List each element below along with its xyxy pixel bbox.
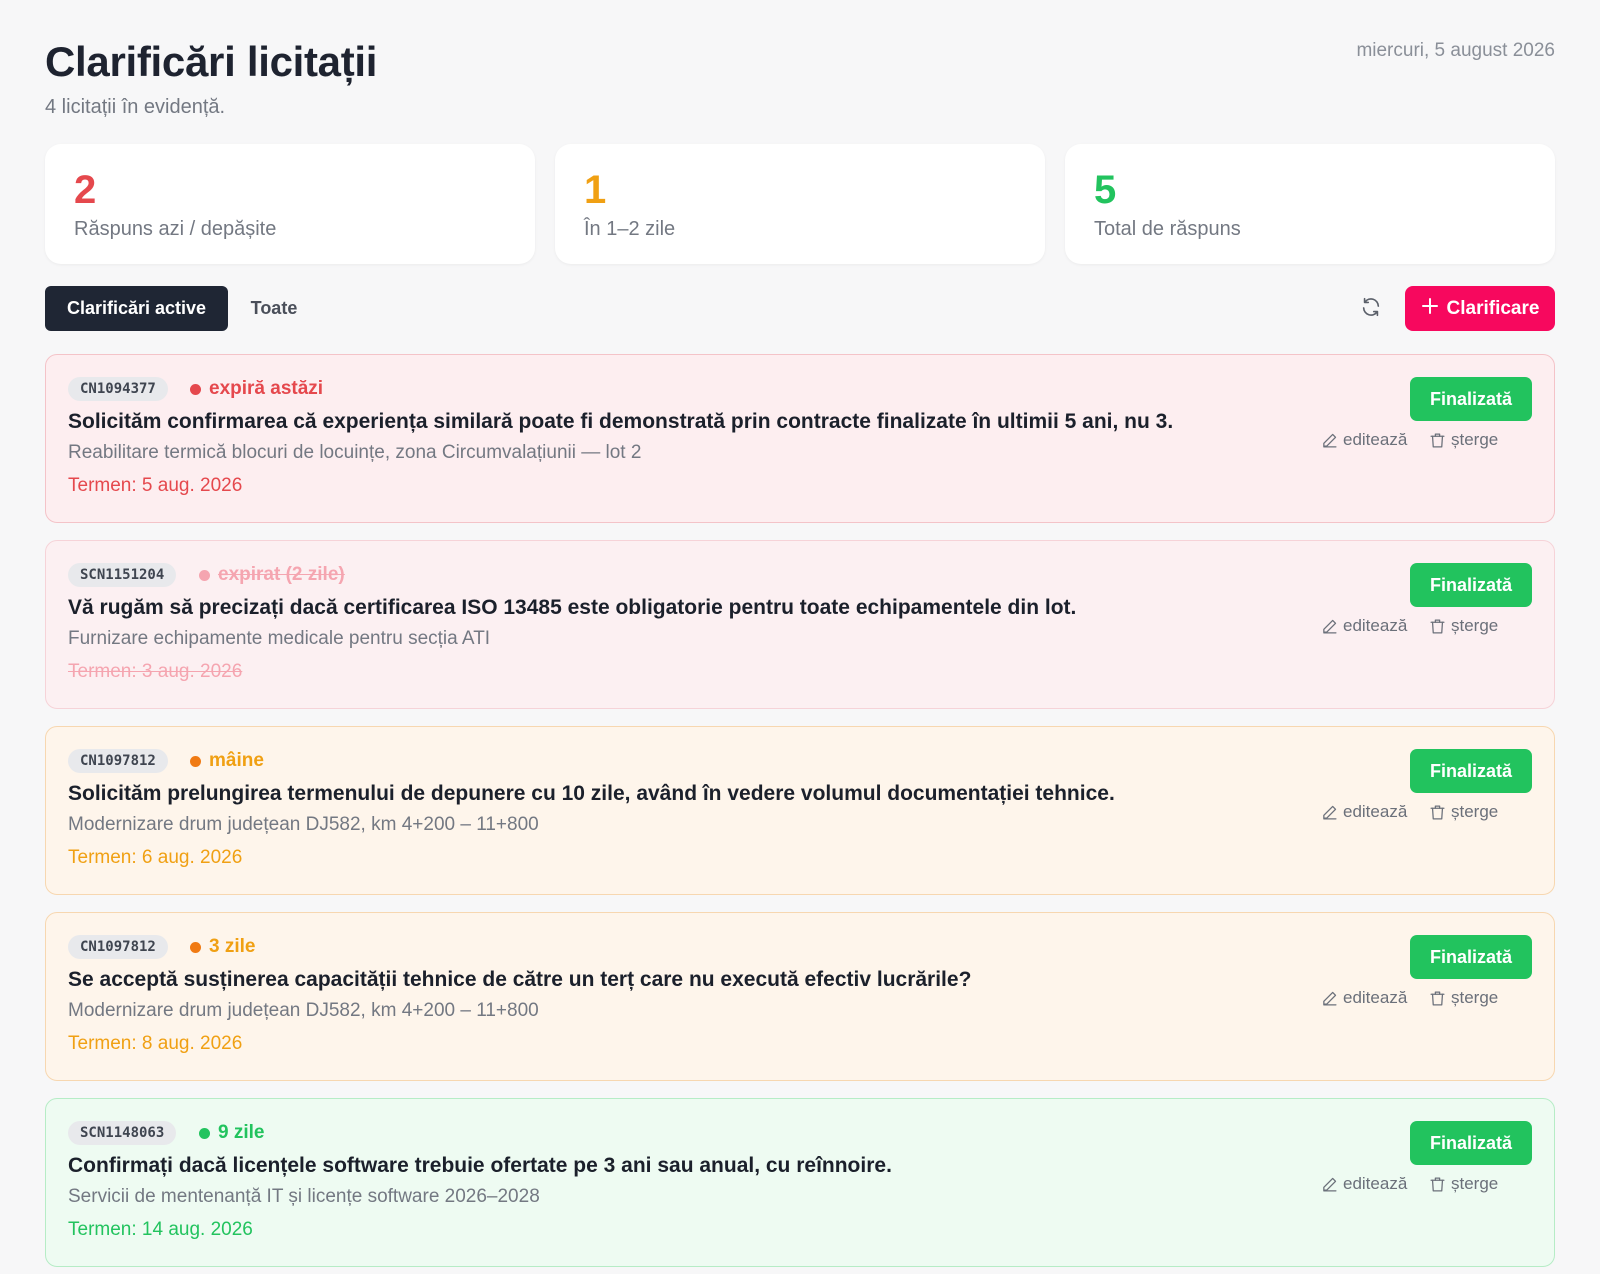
clarification-card: SCN1148063 9 zile Confirmați dacă licenț…	[45, 1098, 1555, 1267]
tender-project: Modernizare drum județean DJ582, km 4+20…	[68, 1000, 539, 1021]
pencil-icon	[1321, 1176, 1338, 1193]
delete-label: șterge	[1451, 430, 1499, 449]
clarification-question: Confirmați dacă licențele software trebu…	[68, 1154, 892, 1177]
refresh-icon	[1360, 296, 1382, 323]
current-date: miercuri, 5 august 2026	[1356, 40, 1555, 61]
deadline: Termen: 8 aug. 2026	[68, 1033, 243, 1054]
stat-card-total: 5 Total de răspuns	[1065, 144, 1555, 264]
plus-icon	[1421, 296, 1439, 320]
status-text: mâine	[209, 750, 264, 771]
trash-icon	[1429, 618, 1446, 635]
tender-code-badge: SCN1151204	[68, 563, 177, 587]
edit-button[interactable]: editează	[1321, 428, 1407, 452]
tender-project: Reabilitare termică blocuri de locuințe,…	[68, 442, 642, 463]
status-dot-icon	[190, 941, 201, 953]
tab-active-clarifications[interactable]: Clarificări active	[45, 286, 228, 331]
status-dot-icon	[199, 569, 210, 581]
mark-done-button[interactable]: Finalizată	[1410, 935, 1532, 979]
deadline: Termen: 6 aug. 2026	[68, 847, 243, 868]
status-dot-icon	[190, 383, 201, 395]
stat-label: În 1–2 zile	[584, 218, 676, 240]
delete-button[interactable]: șterge	[1429, 1172, 1498, 1196]
clarification-card: CN1097812 3 zile Se acceptă susținerea c…	[45, 912, 1555, 1081]
mark-done-button[interactable]: Finalizată	[1410, 749, 1532, 793]
clarification-question: Se acceptă susținerea capacității tehnic…	[68, 968, 972, 991]
deadline: Termen: 3 aug. 2026	[68, 661, 243, 682]
status-dot-icon	[190, 755, 201, 767]
tender-code-badge: CN1094377	[68, 377, 168, 401]
delete-label: șterge	[1451, 616, 1499, 635]
status-badge: mâine	[190, 749, 264, 773]
tender-project: Modernizare drum județean DJ582, km 4+20…	[68, 814, 539, 835]
stat-card-today-overdue: 2 Răspuns azi / depășite	[45, 144, 535, 264]
status-badge: expirat (2 zile)	[199, 563, 345, 587]
status-badge: 9 zile	[199, 1121, 264, 1145]
status-text: 3 zile	[209, 936, 256, 957]
edit-label: editează	[1343, 1174, 1408, 1193]
pencil-icon	[1321, 990, 1338, 1007]
status-badge: 3 zile	[190, 935, 255, 959]
stats-row: 2 Răspuns azi / depășite 1 În 1–2 zile 5…	[45, 144, 1555, 264]
clarification-card: CN1094377 expiră astăzi Solicităm confir…	[45, 354, 1555, 523]
stat-card-1-2-days: 1 În 1–2 zile	[555, 144, 1045, 264]
stat-label: Total de răspuns	[1094, 218, 1241, 240]
add-clarification-button[interactable]: Clarificare	[1405, 286, 1555, 331]
mark-done-button[interactable]: Finalizată	[1410, 563, 1532, 607]
page-subtitle: 4 licitații în evidență.	[45, 96, 226, 118]
clarification-question: Solicităm prelungirea termenului de depu…	[68, 782, 1115, 805]
delete-label: șterge	[1451, 802, 1499, 821]
clarification-question: Solicităm confirmarea că experiența simi…	[68, 410, 1174, 433]
status-text: expiră astăzi	[209, 378, 324, 399]
trash-icon	[1429, 1176, 1446, 1193]
trash-icon	[1429, 432, 1446, 449]
stat-value: 1	[584, 168, 607, 212]
pencil-icon	[1321, 432, 1338, 449]
pencil-icon	[1321, 804, 1338, 821]
add-button-label: Clarificare	[1446, 297, 1540, 319]
page-header: Clarificări licitații 4 licitații în evi…	[45, 0, 1555, 140]
edit-label: editează	[1343, 802, 1408, 821]
tender-code-badge: SCN1148063	[68, 1121, 177, 1145]
stat-value: 2	[74, 168, 97, 212]
clarification-question: Vă rugăm să precizați dacă certificarea …	[68, 596, 1077, 619]
status-dot-icon	[199, 1127, 210, 1139]
mark-done-button[interactable]: Finalizată	[1410, 377, 1532, 421]
mark-done-button[interactable]: Finalizată	[1410, 1121, 1532, 1165]
toolbar: Clarificări active Toate Clarificare	[45, 286, 1555, 331]
status-badge: expiră astăzi	[190, 377, 323, 401]
tender-code-badge: CN1097812	[68, 935, 168, 959]
status-text: expirat (2 zile)	[218, 564, 345, 585]
edit-button[interactable]: editează	[1321, 986, 1407, 1010]
tender-code-badge: CN1097812	[68, 749, 168, 773]
deadline: Termen: 14 aug. 2026	[68, 1219, 253, 1240]
tender-project: Servicii de mentenanță IT și licențe sof…	[68, 1186, 540, 1207]
delete-button[interactable]: șterge	[1429, 986, 1498, 1010]
clarification-card: SCN1151204 expirat (2 zile) Vă rugăm să …	[45, 540, 1555, 709]
edit-button[interactable]: editează	[1321, 800, 1407, 824]
tender-project: Furnizare echipamente medicale pentru se…	[68, 628, 491, 649]
stat-value: 5	[1094, 168, 1117, 212]
page-title: Clarificări licitații	[45, 38, 378, 85]
delete-button[interactable]: șterge	[1429, 428, 1498, 452]
clarification-card: CN1097812 mâine Solicităm prelungirea te…	[45, 726, 1555, 895]
page: Clarificări licitații 4 licitații în evi…	[45, 0, 1555, 1267]
tab-all[interactable]: Toate	[228, 286, 320, 331]
delete-button[interactable]: șterge	[1429, 614, 1498, 638]
edit-label: editează	[1343, 988, 1408, 1007]
delete-label: șterge	[1451, 988, 1499, 1007]
edit-button[interactable]: editează	[1321, 614, 1407, 638]
trash-icon	[1429, 804, 1446, 821]
refresh-button[interactable]	[1357, 295, 1385, 323]
delete-button[interactable]: șterge	[1429, 800, 1498, 824]
delete-label: șterge	[1451, 1174, 1499, 1193]
edit-label: editează	[1343, 616, 1408, 635]
edit-button[interactable]: editează	[1321, 1172, 1407, 1196]
status-text: 9 zile	[218, 1122, 265, 1143]
trash-icon	[1429, 990, 1446, 1007]
stat-label: Răspuns azi / depășite	[74, 218, 277, 240]
edit-label: editează	[1343, 430, 1408, 449]
pencil-icon	[1321, 618, 1338, 635]
deadline: Termen: 5 aug. 2026	[68, 475, 243, 496]
